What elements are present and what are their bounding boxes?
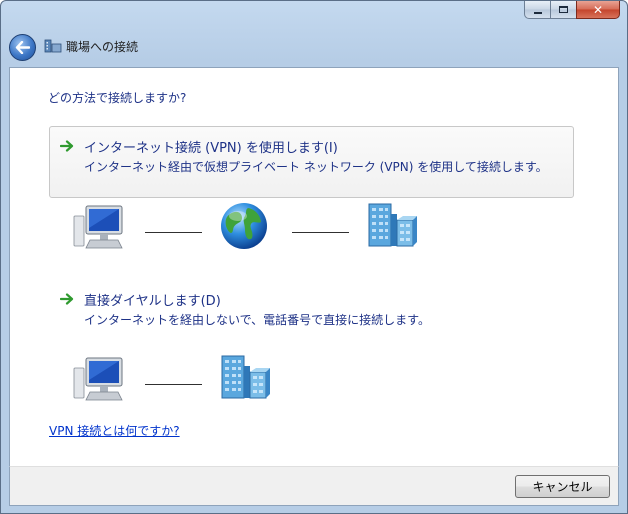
connection-line	[292, 232, 349, 233]
close-button[interactable]: ✕	[576, 1, 620, 19]
corporate-network-icon	[368, 203, 417, 247]
maximize-button[interactable]	[550, 1, 576, 19]
green-arrow-icon	[60, 140, 74, 152]
back-button[interactable]	[9, 34, 36, 61]
dialog-window: ✕ 職場への接続 どの方法で接続しますか? インターネット接続 (VPN) を使…	[0, 0, 628, 514]
connection-line	[145, 384, 202, 385]
dial-diagram	[10, 352, 620, 412]
title-bar: ✕ 職場への接続	[1, 1, 627, 67]
option-vpn[interactable]: インターネット接続 (VPN) を使用します(I) インターネット経由で仮想プラ…	[49, 126, 574, 198]
option-dial[interactable]: 直接ダイヤルします(D) インターネットを経由しないで、電話番号で直接に接続しま…	[49, 279, 574, 351]
vpn-diagram	[10, 200, 620, 260]
corporate-network-icon	[221, 355, 270, 399]
minimize-button[interactable]	[524, 1, 550, 19]
connection-line	[145, 232, 202, 233]
computer-icon	[73, 357, 123, 401]
option-dial-title: 直接ダイヤルします(D)	[84, 294, 221, 309]
option-vpn-description: インターネット経由で仮想プライベート ネットワーク (VPN) を使用して接続し…	[84, 160, 548, 174]
computer-icon	[73, 205, 123, 249]
question-heading: どの方法で接続しますか?	[48, 91, 187, 105]
green-arrow-icon	[60, 293, 74, 305]
close-icon: ✕	[592, 2, 604, 17]
window-title: 職場への接続	[66, 40, 139, 54]
network-building-icon	[44, 39, 62, 53]
option-vpn-title: インターネット接続 (VPN) を使用します(I)	[84, 141, 338, 156]
globe-icon	[221, 203, 267, 249]
caption-buttons: ✕	[524, 1, 620, 21]
wizard-content: どの方法で接続しますか? インターネット接続 (VPN) を使用します(I) イ…	[9, 67, 619, 466]
vpn-help-link[interactable]: VPN 接続とは何ですか?	[49, 422, 180, 439]
dialog-footer: キャンセル	[9, 466, 619, 506]
maximize-icon	[559, 6, 568, 13]
back-arrow-icon	[15, 41, 30, 54]
cancel-button[interactable]: キャンセル	[515, 475, 610, 498]
minimize-icon	[533, 11, 542, 14]
option-dial-description: インターネットを経由しないで、電話番号で直接に接続します。	[84, 313, 430, 327]
